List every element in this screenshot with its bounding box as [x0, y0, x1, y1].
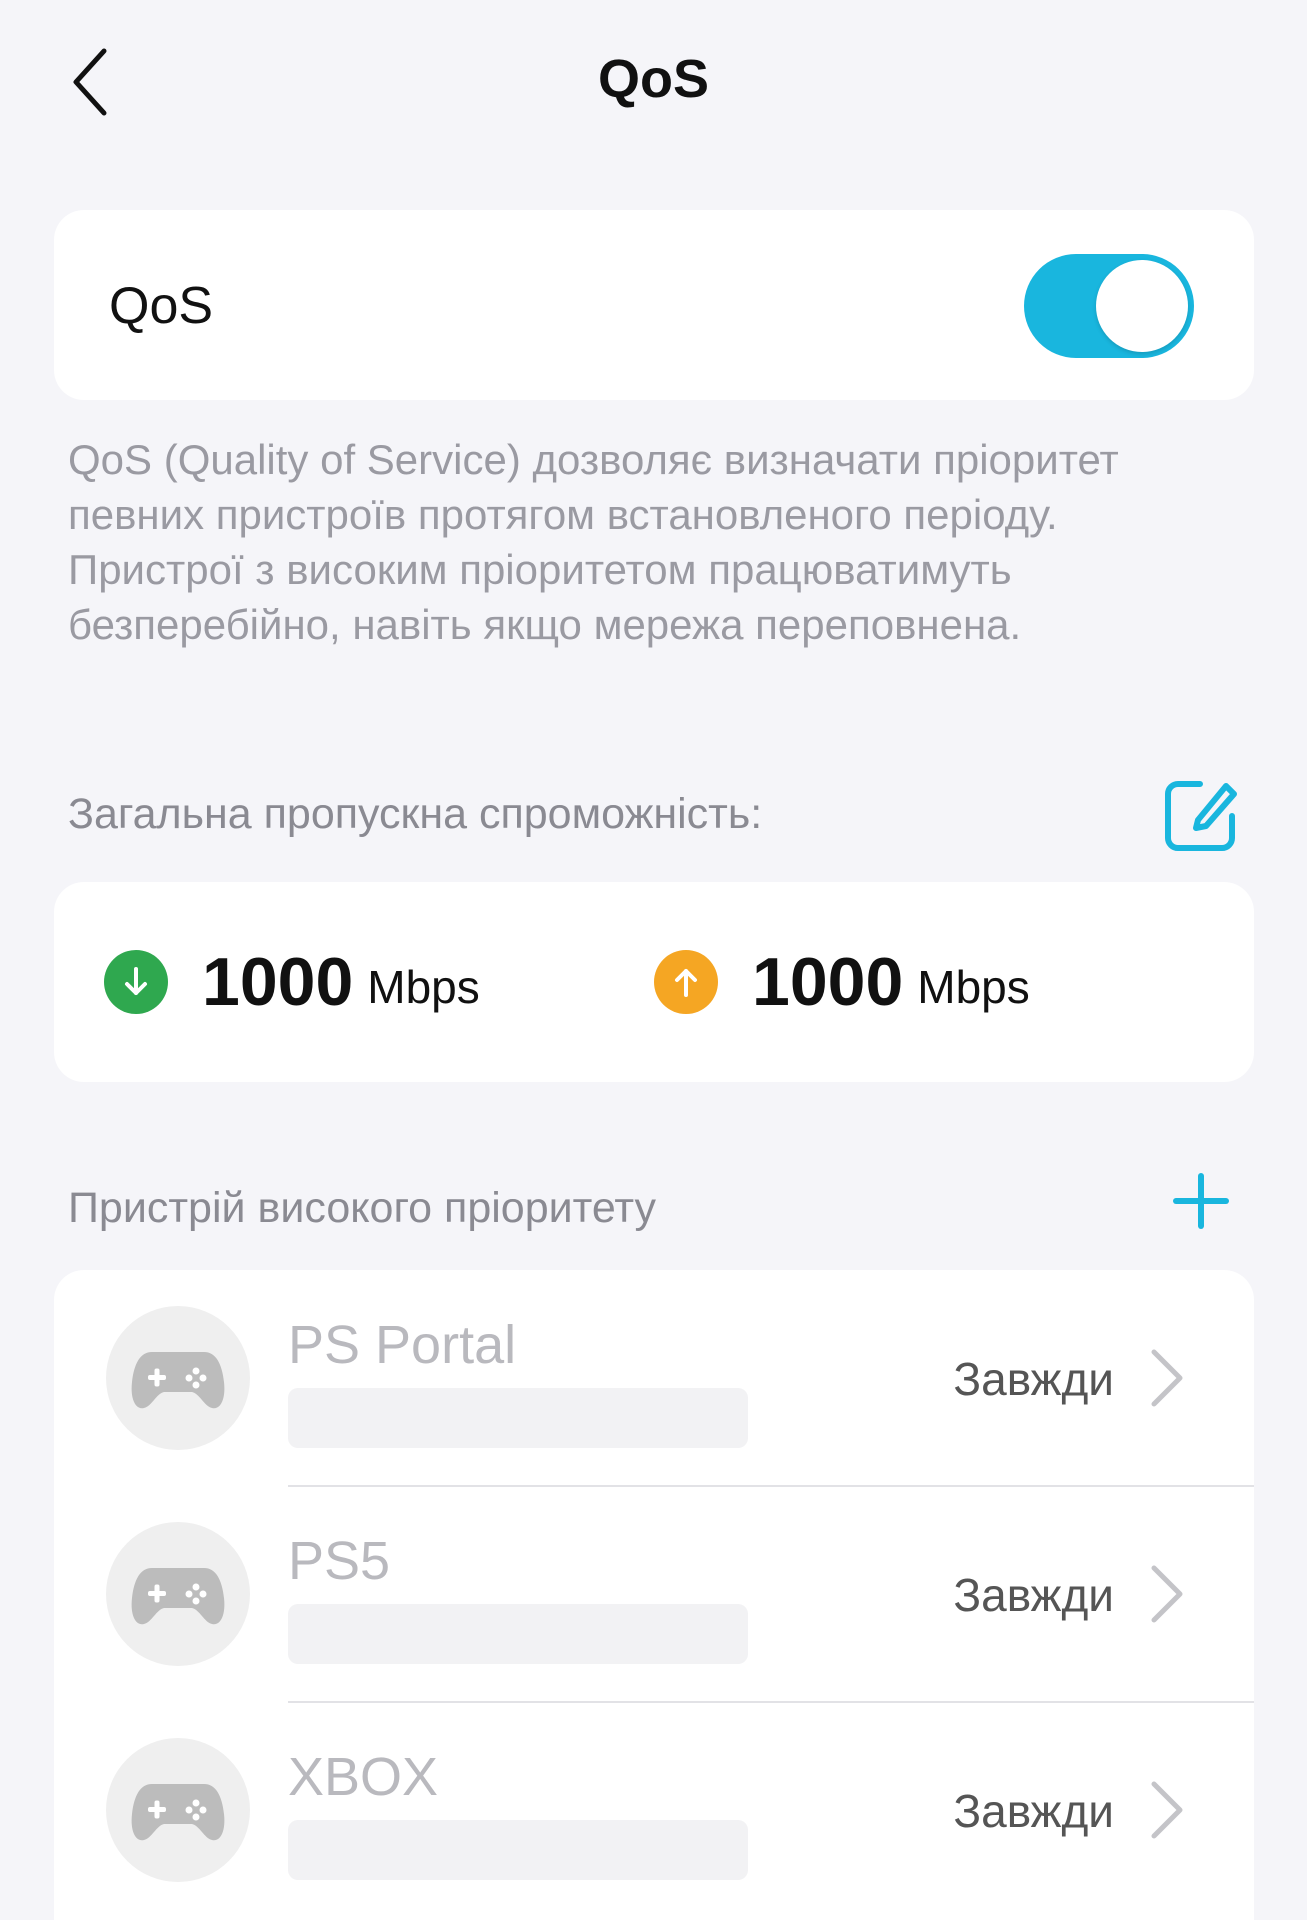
upload-value: 1000: [752, 944, 904, 1020]
device-subtitle-redacted: [288, 1388, 748, 1448]
device-subtitle-redacted: [288, 1604, 748, 1664]
device-schedule: Завжди: [953, 1785, 1114, 1837]
nav-bar: QoS: [0, 0, 1307, 170]
device-avatar: [106, 1738, 250, 1882]
upload-speed: 1000 Mbps: [654, 942, 1030, 1022]
device-subtitle-redacted: [288, 1820, 748, 1880]
bandwidth-header: Загальна пропускна спроможність:: [68, 790, 763, 838]
upload-unit: Mbps: [917, 961, 1030, 1013]
list-item[interactable]: PS Portal Завжди: [54, 1270, 1254, 1485]
qos-toggle-card: QoS: [54, 210, 1254, 400]
qos-toggle-label: QoS: [109, 277, 214, 335]
device-avatar: [106, 1522, 250, 1666]
priority-devices-header: Пристрій високого пріоритету: [68, 1184, 657, 1232]
gamepad-icon: [131, 1784, 225, 1841]
edit-bandwidth-button[interactable]: [1162, 776, 1240, 854]
device-name: XBOX: [288, 1747, 439, 1807]
priority-devices-list: PS Portal Завжди PS5 Завжди XBOX Завжди: [54, 1270, 1254, 1920]
device-avatar: [106, 1306, 250, 1450]
list-item[interactable]: PS5 Завжди: [54, 1486, 1254, 1701]
device-name: PS5: [288, 1531, 391, 1591]
list-item[interactable]: XBOX Завжди: [54, 1702, 1254, 1917]
arrow-up-icon: [654, 950, 718, 1014]
arrow-down-icon: [104, 950, 168, 1014]
toggle-knob: [1096, 260, 1188, 352]
device-schedule: Завжди: [953, 1353, 1114, 1405]
page-title: QoS: [597, 49, 709, 109]
qos-description: QoS (Quality of Service) дозволяє визнач…: [68, 436, 1119, 648]
chevron-right-icon: [1151, 1349, 1183, 1407]
download-unit: Mbps: [367, 961, 480, 1013]
gamepad-icon: [131, 1568, 225, 1625]
device-schedule: Завжди: [953, 1569, 1114, 1621]
download-value: 1000: [202, 944, 354, 1020]
edit-icon: [1165, 781, 1237, 851]
chevron-right-icon: [1151, 1565, 1183, 1623]
gamepad-icon: [131, 1352, 225, 1409]
plus-icon: [1173, 1173, 1229, 1229]
bandwidth-card: 1000 Mbps 1000 Mbps: [54, 882, 1254, 1082]
chevron-right-icon: [1151, 1781, 1183, 1839]
add-device-button[interactable]: [1168, 1168, 1234, 1234]
qos-toggle-switch[interactable]: [1024, 254, 1194, 358]
download-speed: 1000 Mbps: [104, 942, 480, 1022]
device-name: PS Portal: [288, 1315, 517, 1375]
